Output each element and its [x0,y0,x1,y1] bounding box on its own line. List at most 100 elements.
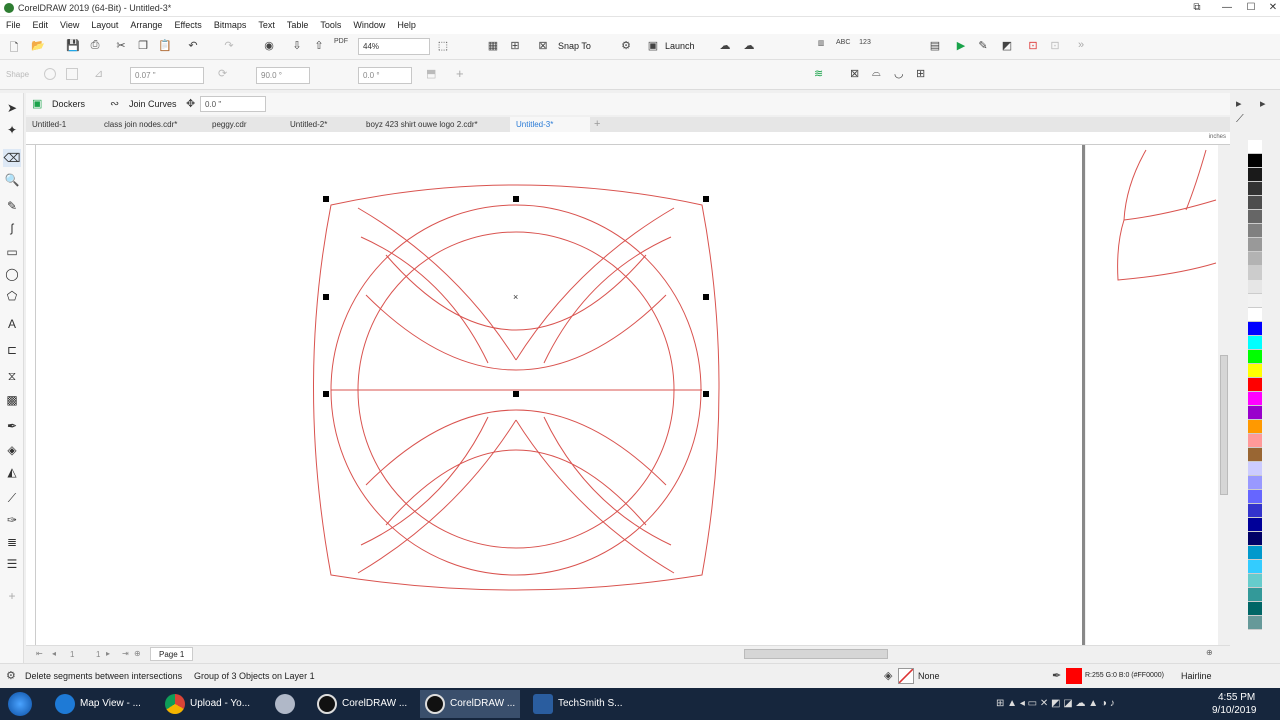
shape-square-icon[interactable] [66,68,78,80]
vertical-ruler[interactable] [26,145,36,645]
palette-swatch[interactable] [1248,308,1262,322]
zoom-navigator-icon[interactable]: ⊕ [1206,648,1213,657]
quick-customize-icon[interactable]: + [3,587,21,605]
palette-swatch[interactable] [1248,434,1262,448]
palette-swatch[interactable] [1248,504,1262,518]
restore-toolbar-icon[interactable]: ⧉ [1182,0,1212,16]
node-type-icon[interactable]: ◡ [894,67,904,80]
dockers-dropdown[interactable]: Dockers [52,99,85,109]
first-page-icon[interactable]: ⇤ [36,649,43,658]
run-script-icon[interactable]: ▶ [954,39,968,52]
start-button[interactable] [8,692,32,716]
fill-icon[interactable]: ◈ [884,669,892,682]
tab-class-join-nodes[interactable]: class join nodes.cdr* [98,117,183,132]
extract-subpath-icon[interactable]: ⊠ [850,67,859,80]
menu-tools[interactable]: Tools [314,17,347,30]
task-paint[interactable] [270,690,306,718]
band-tr-outer[interactable] [515,207,675,361]
horizontal-scroll-thumb[interactable] [744,649,888,659]
cut-icon[interactable]: ✂ [114,39,128,52]
eyedropper-mini-icon[interactable]: ⟋ [1236,113,1244,126]
docker-arrow-icon[interactable]: ▸ [1236,97,1242,110]
snap-to-dropdown[interactable]: Snap To [558,41,591,51]
polygon-tool-icon[interactable]: ⬠ [3,287,21,305]
outline-pen-status-icon[interactable]: ✒ [1052,669,1061,682]
join-curves-icon[interactable]: ∾ [110,97,119,110]
menu-table[interactable]: Table [281,17,315,30]
task-coreldraw-2[interactable]: CorelDRAW ... [420,690,520,718]
paste-icon[interactable]: 📋 [158,39,172,52]
task-upload[interactable]: Upload - Yo... [160,690,260,718]
cloud-upload-icon[interactable]: ☁ [718,39,732,52]
menu-effects[interactable]: Effects [168,17,207,30]
join-curves-button[interactable]: Join Curves [129,99,177,109]
vertical-scroll-thumb[interactable] [1220,355,1228,495]
redo-icon[interactable]: ↷ [222,39,236,52]
menu-arrange[interactable]: Arrange [124,17,168,30]
interactive-fill-icon[interactable]: ◈ [3,441,21,459]
rotation-input[interactable]: 90.0 ° [256,67,310,84]
options-gear-icon[interactable]: ⚙ [618,39,634,52]
rectangle-tool-icon[interactable]: ▭ [3,243,21,261]
stop-macro-icon[interactable]: ⊡ [1048,39,1062,52]
full-screen-preview-icon[interactable]: ⬚ [436,39,450,52]
band-tl-inner[interactable] [360,236,489,364]
palette-swatch[interactable] [1248,210,1262,224]
tab-untitled-2[interactable]: Untitled-2* [284,117,333,132]
import-icon[interactable]: ⇩ [290,39,304,52]
palette-swatch[interactable] [1248,266,1262,280]
palette-swatch[interactable] [1248,196,1262,210]
task-map-view[interactable]: Map View - ... [50,690,150,718]
palette-swatch[interactable] [1248,252,1262,266]
connector-tool-icon[interactable]: ⧖ [3,367,21,385]
palette-swatch[interactable] [1248,154,1262,168]
stacked-tools-icon[interactable]: ≣ [3,533,21,551]
outer-arch-path[interactable] [313,184,720,591]
celtic-knot-drawing[interactable]: × [36,145,1083,645]
status-gear-icon[interactable]: ⚙ [6,669,16,682]
tab-boyz-logo[interactable]: boyz 423 shirt ouwe logo 2.cdr* [360,117,484,132]
outline-color-swatch[interactable] [1066,668,1082,684]
text-tool-icon[interactable]: A [3,315,21,333]
edit-script-icon[interactable]: ✎ [976,39,990,52]
drawing-canvas[interactable]: × [36,145,1083,645]
arc-top-lower[interactable] [365,294,667,371]
artistic-media-icon[interactable]: ʃ [3,219,21,237]
palette-swatch[interactable] [1248,364,1262,378]
curve-direction-icon[interactable]: ⌓ [872,67,881,80]
palette-swatch[interactable] [1248,448,1262,462]
undo-icon[interactable]: ↶ [186,39,200,52]
launch-app-icon[interactable]: ▣ [646,39,660,52]
palette-swatch[interactable] [1248,168,1262,182]
search-content-icon[interactable]: ◉ [262,39,276,52]
copy-icon[interactable]: ❐ [136,39,150,52]
arc-bottom-lower[interactable] [385,449,647,526]
palette-swatch[interactable] [1248,532,1262,546]
freehand-tool-icon[interactable]: ✎ [3,197,21,215]
palette-swatch[interactable] [1248,546,1262,560]
palette-swatch[interactable] [1248,462,1262,476]
menu-text[interactable]: Text [252,17,281,30]
outline-pen-icon[interactable]: ⟋ [3,489,21,507]
prev-page-icon[interactable]: ◂ [52,649,56,658]
palette-swatch[interactable] [1248,392,1262,406]
shape-tool-icon[interactable]: ✦ [3,121,21,139]
gap-distance-input[interactable]: 0.0 " [200,96,266,112]
export-icon[interactable]: ⇧ [312,39,326,52]
palette-swatch[interactable] [1248,420,1262,434]
eyedropper-icon[interactable]: ✒ [3,417,21,435]
calendar-icon[interactable]: ▤ [928,39,942,52]
new-tab-button[interactable]: + [588,117,606,132]
dockers-icon[interactable]: ▣ [32,97,42,110]
last-page-icon[interactable]: ⇥ [122,649,129,658]
palette-swatch[interactable] [1248,350,1262,364]
palette-swatch[interactable] [1248,616,1262,630]
show-guidelines-icon[interactable]: ⊞ [508,39,522,52]
palette-swatch[interactable] [1248,476,1262,490]
snap-off-icon[interactable]: ⊠ [536,39,550,52]
tab-peggy[interactable]: peggy.cdr [206,117,253,132]
smooth-node-icon[interactable]: ≋ [814,67,823,80]
menu-layout[interactable]: Layout [85,17,124,30]
show-grid-icon[interactable]: ▦ [486,39,500,52]
transparency-tool-icon[interactable]: ▩ [3,391,21,409]
